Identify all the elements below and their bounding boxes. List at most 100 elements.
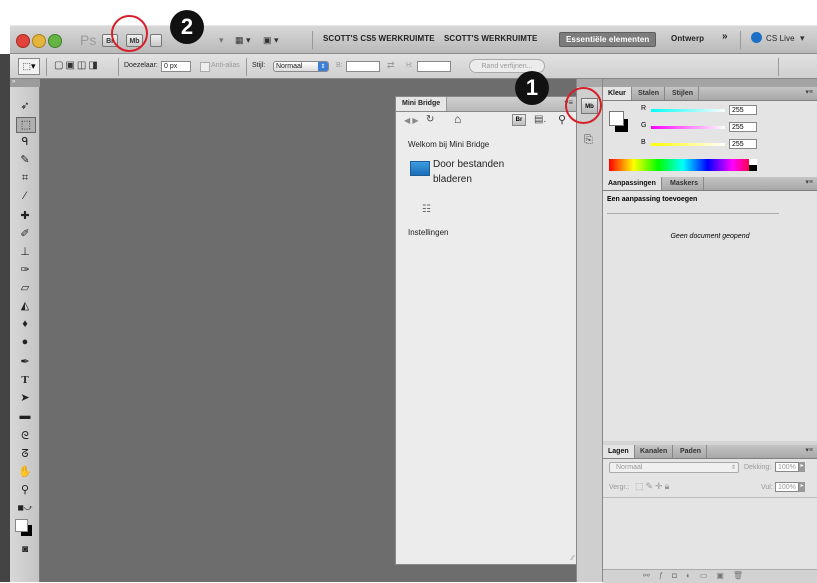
zoom-window-button[interactable] (48, 34, 62, 48)
add-adjustment-heading: Een aanpassing toevoegen (607, 196, 698, 203)
blur-tool-icon[interactable]: ♦ (16, 317, 34, 331)
panel-menu-icon[interactable]: ▾≡ (805, 178, 813, 186)
view-extras-icon[interactable]: ▦ ▾ (235, 35, 251, 46)
tool-preset-picker[interactable]: ⬚▾ (18, 58, 40, 75)
healing-brush-tool-icon[interactable]: ✚ (16, 209, 34, 223)
panel-menu-icon[interactable]: ▾≡ (805, 88, 813, 96)
brush-tool-icon[interactable]: ✐ (16, 227, 34, 241)
workspace-scotts[interactable]: SCOTT'S WERKRUIMTE (444, 34, 537, 43)
feather-input[interactable]: 0 px (161, 61, 191, 72)
tab-channels[interactable]: Kanalen (635, 445, 674, 458)
back-forward-icon[interactable]: ◀ ▶ (404, 116, 419, 125)
workspace-scotts-cs5[interactable]: SCOTT'S CS5 WERKRUIMTE (323, 34, 435, 43)
welcome-heading: Welkom bij Mini Bridge (408, 140, 490, 149)
tab-masks[interactable]: Maskers (665, 177, 705, 190)
history-brush-tool-icon[interactable]: ✑ (16, 263, 34, 277)
height-input[interactable] (417, 61, 451, 72)
quick-mask-icon[interactable]: ◙ (16, 543, 34, 557)
go-to-bridge-button[interactable]: Br (512, 114, 526, 126)
right-dock-header[interactable] (603, 79, 817, 87)
cs-live-menu[interactable]: CS Live (766, 34, 795, 43)
clone-stamp-tool-icon[interactable]: ⊥ (16, 245, 34, 259)
close-window-button[interactable] (16, 34, 30, 48)
history-panel-icon[interactable]: ⎘ (584, 134, 593, 147)
style-select[interactable]: Normaal ⇕ (273, 61, 329, 72)
blue-value-input[interactable]: 255 (729, 139, 757, 149)
red-slider[interactable] (651, 109, 725, 112)
crop-tool-icon[interactable]: ⌗ (16, 171, 34, 185)
browse-files-link-line1[interactable]: Door bestanden (433, 159, 504, 170)
tab-paths[interactable]: Paden (675, 445, 708, 458)
width-input[interactable] (346, 61, 380, 72)
style-select-value: Normaal (276, 63, 303, 70)
tab-adjustments[interactable]: Aanpassingen (603, 177, 662, 190)
screen-mode-icon[interactable]: ▣ ▾ (263, 35, 279, 46)
callout-number-1: 1 (515, 71, 549, 105)
chevron-down-icon[interactable]: ▾ (800, 33, 805, 44)
color-panel-header: Kleur Stalen Stijlen ▾≡ (603, 87, 817, 101)
minimize-window-button[interactable] (32, 34, 46, 48)
pen-tool-icon[interactable]: ✒ (16, 355, 34, 369)
quick-selection-tool-icon[interactable]: ✎ (16, 153, 34, 167)
go-to-recent-icon[interactable]: ↻ (426, 114, 434, 125)
workspace-essentials[interactable]: Essentiële elementen (559, 32, 657, 47)
tab-color[interactable]: Kleur (603, 87, 632, 100)
eyedropper-tool-icon[interactable]: ⁄ (16, 189, 34, 203)
resize-handle-icon[interactable]: ⁄⁄ (572, 555, 574, 562)
move-tool-icon[interactable]: ➶ (16, 99, 34, 113)
marquee-tool-icon[interactable]: ⬚ (16, 117, 36, 133)
divider (603, 497, 817, 498)
photoshop-logo: Ps (80, 32, 97, 48)
path-selection-tool-icon[interactable]: ➤ (16, 391, 34, 405)
lock-icons[interactable]: ⬚✎✛🔒︎ (635, 481, 671, 492)
blend-mode-select[interactable]: Normaal ⇕ (609, 462, 739, 473)
red-value-input[interactable]: 255 (729, 105, 757, 115)
eraser-tool-icon[interactable]: ▱ (16, 281, 34, 295)
lasso-tool-icon[interactable]: ᑫ (16, 135, 34, 149)
blue-slider[interactable] (651, 143, 725, 146)
opacity-input[interactable]: 100% (775, 462, 799, 472)
browse-files-link-line2[interactable]: bladeren (433, 174, 472, 185)
callout-ring-mini-bridge-button (111, 15, 148, 52)
foreground-color-chip[interactable] (609, 111, 624, 126)
3d-rotate-tool-icon[interactable]: ᘓ (16, 429, 34, 443)
black-white-ramp[interactable] (749, 159, 757, 171)
dock-header[interactable] (577, 79, 602, 87)
tab-layers[interactable]: Lagen (603, 445, 635, 458)
rectangle-tool-icon[interactable]: ▬ (16, 409, 34, 423)
tab-styles[interactable]: Stijlen (667, 87, 700, 100)
fill-dropdown-icon[interactable]: ▸ (799, 482, 805, 492)
hand-tool-icon[interactable]: ✋ (16, 465, 34, 479)
green-slider[interactable] (651, 126, 725, 129)
selection-mode-icons[interactable]: ▢▣◫◨ (54, 60, 100, 71)
tools-panel-header[interactable]: » (10, 79, 41, 87)
panel-menu-icon[interactable]: ▾≡ (805, 446, 813, 454)
zoom-level-dropdown-icon[interactable]: ▾ (219, 35, 224, 46)
settings-icon[interactable]: ☷ (422, 204, 431, 215)
anti-alias-checkbox[interactable] (200, 62, 210, 72)
view-menu-icon[interactable]: ▤. (534, 114, 546, 125)
settings-link[interactable]: Instellingen (408, 228, 448, 237)
mini-bridge-tab[interactable]: Mini Bridge (396, 97, 448, 111)
style-label: Stijl: (252, 62, 266, 69)
color-ramp[interactable] (609, 159, 757, 171)
opacity-dropdown-icon[interactable]: ▸ (799, 462, 805, 472)
search-icon[interactable]: ⚲ (558, 113, 566, 126)
home-icon[interactable]: ⌂ (454, 112, 461, 126)
layer-action-icons[interactable]: ⚯ƒ◘◐▭▣🗑︎ (643, 571, 752, 580)
swap-dimensions-icon[interactable]: ⇄ (387, 60, 395, 71)
type-tool-icon[interactable]: T (16, 373, 34, 387)
paint-bucket-tool-icon[interactable]: ◭ (16, 299, 34, 313)
3d-orbit-tool-icon[interactable]: ᘔ (16, 447, 34, 461)
zoom-tool-icon[interactable]: ⚲ (16, 483, 34, 497)
green-value-input[interactable]: 255 (729, 122, 757, 132)
dodge-tool-icon[interactable]: ● (16, 335, 34, 349)
options-bar: ⬚▾ ▢▣◫◨ Doezelaar: 0 px Anti-alias Stijl… (10, 54, 817, 79)
tab-swatches[interactable]: Stalen (633, 87, 666, 100)
swap-colors-icon[interactable]: ◼⤻ (16, 501, 34, 515)
fill-input[interactable]: 100% (775, 482, 799, 492)
more-workspaces-button[interactable]: » (722, 31, 728, 42)
workspace-design[interactable]: Ontwerp (671, 34, 704, 43)
extras-menu-button[interactable] (150, 34, 162, 47)
blend-mode-value: Normaal (616, 464, 643, 471)
